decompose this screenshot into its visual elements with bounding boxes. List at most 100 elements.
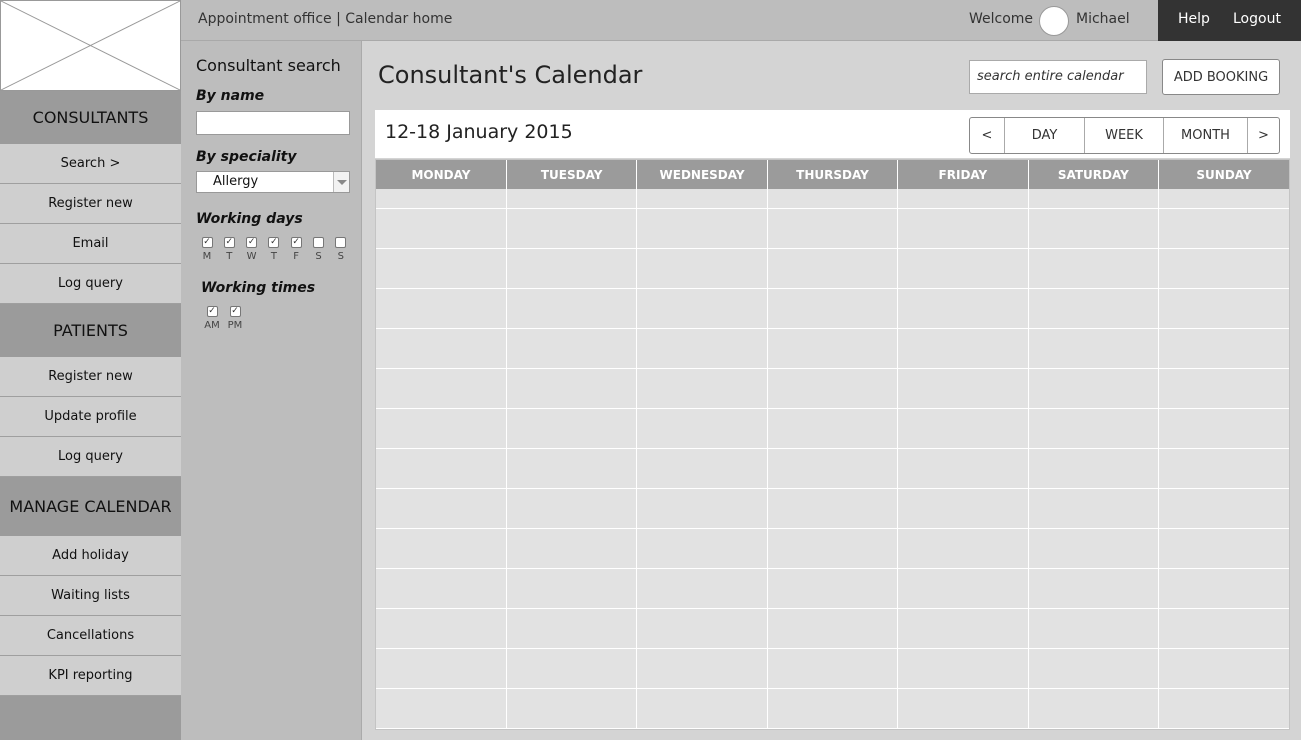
speciality-select[interactable]: Allergy: [196, 171, 350, 193]
calendar-cell[interactable]: [636, 448, 768, 490]
checkbox-box[interactable]: ✓: [290, 237, 302, 248]
calendar-cell[interactable]: [506, 248, 638, 290]
calendar-cell[interactable]: [1158, 408, 1289, 450]
calendar-cell[interactable]: [897, 288, 1029, 330]
calendar-cell[interactable]: [376, 608, 507, 649]
calendar-cell[interactable]: [636, 568, 768, 609]
calendar-cell[interactable]: [767, 408, 899, 450]
calendar-cell[interactable]: [376, 189, 507, 210]
calendar-cell[interactable]: [636, 288, 768, 330]
days-checkbox[interactable]: ✓ T: [263, 237, 285, 262]
calendar-cell[interactable]: [1158, 189, 1289, 210]
nav-item-email[interactable]: Email: [0, 224, 181, 264]
days-checkbox[interactable]: ✓ F: [285, 237, 307, 262]
days-checkbox[interactable]: S: [308, 237, 330, 262]
calendar-cell[interactable]: [767, 248, 899, 290]
calendar-cell[interactable]: [1028, 648, 1160, 689]
calendar-cell[interactable]: [636, 208, 768, 250]
calendar-cell[interactable]: [767, 568, 899, 609]
calendar-cell[interactable]: [1028, 528, 1160, 570]
calendar-cell[interactable]: [506, 368, 638, 410]
calendar-cell[interactable]: [767, 328, 899, 370]
calendar-cell[interactable]: [1028, 368, 1160, 410]
nav-item-update-profile[interactable]: Update profile: [0, 397, 181, 437]
nav-item-waiting-lists[interactable]: Waiting lists: [0, 576, 181, 616]
calendar-cell[interactable]: [636, 189, 768, 210]
calendar-cell[interactable]: [1158, 688, 1289, 730]
calendar-cell[interactable]: [376, 648, 507, 689]
calendar-cell[interactable]: [1028, 248, 1160, 290]
month-view-button[interactable]: MONTH: [1163, 118, 1247, 153]
nav-item-add-holiday[interactable]: Add holiday: [0, 536, 181, 576]
calendar-cell[interactable]: [897, 248, 1029, 290]
checkbox-box[interactable]: [335, 237, 347, 248]
days-checkbox[interactable]: ✓ T: [218, 237, 240, 262]
calendar-cell[interactable]: [1158, 528, 1289, 570]
calendar-cell[interactable]: [506, 189, 638, 210]
checkbox-box[interactable]: ✓: [223, 237, 235, 248]
calendar-cell[interactable]: [897, 208, 1029, 250]
calendar-cell[interactable]: [1158, 248, 1289, 290]
calendar-cell[interactable]: [1028, 189, 1160, 210]
calendar-cell[interactable]: [376, 528, 507, 570]
calendar-cell[interactable]: [767, 488, 899, 530]
calendar-cell[interactable]: [767, 528, 899, 570]
chevron-down-icon[interactable]: [333, 172, 349, 192]
week-view-button[interactable]: WEEK: [1084, 118, 1163, 153]
calendar-cell[interactable]: [376, 408, 507, 450]
add-booking-button[interactable]: ADD BOOKING: [1162, 59, 1280, 95]
calendar-cell[interactable]: [1158, 648, 1289, 689]
calendar-cell[interactable]: [376, 488, 507, 530]
next-button[interactable]: >: [1247, 118, 1279, 153]
calendar-cell[interactable]: [767, 608, 899, 649]
calendar-cell[interactable]: [897, 368, 1029, 410]
calendar-cell[interactable]: [1028, 208, 1160, 250]
calendar-cell[interactable]: [897, 568, 1029, 609]
calendar-cell[interactable]: [1028, 288, 1160, 330]
calendar-cell[interactable]: [506, 568, 638, 609]
calendar-cell[interactable]: [1158, 368, 1289, 410]
calendar-cell[interactable]: [636, 328, 768, 370]
day-view-button[interactable]: DAY: [1004, 118, 1084, 153]
calendar-cell[interactable]: [897, 488, 1029, 530]
checkbox-box[interactable]: ✓: [206, 306, 218, 317]
calendar-cell[interactable]: [636, 608, 768, 649]
calendar-cell[interactable]: [376, 448, 507, 490]
calendar-cell[interactable]: [506, 528, 638, 570]
logout-link[interactable]: Logout: [1233, 11, 1281, 27]
calendar-cell[interactable]: [1028, 448, 1160, 490]
nav-item-search[interactable]: Search >: [0, 144, 181, 184]
calendar-cell[interactable]: [897, 328, 1029, 370]
calendar-cell[interactable]: [1028, 328, 1160, 370]
nav-item-kpi-reporting[interactable]: KPI reporting: [0, 656, 181, 696]
calendar-cell[interactable]: [376, 688, 507, 730]
calendar-cell[interactable]: [636, 368, 768, 410]
calendar-cell[interactable]: [767, 448, 899, 490]
calendar-cell[interactable]: [1158, 568, 1289, 609]
calendar-cell[interactable]: [376, 248, 507, 290]
calendar-cell[interactable]: [506, 288, 638, 330]
nav-item-register-new-consultant[interactable]: Register new: [0, 184, 181, 224]
calendar-cell[interactable]: [897, 408, 1029, 450]
calendar-cell[interactable]: [636, 688, 768, 730]
calendar-cell[interactable]: [636, 528, 768, 570]
calendar-cell[interactable]: [636, 648, 768, 689]
calendar-cell[interactable]: [897, 688, 1029, 730]
calendar-cell[interactable]: [767, 208, 899, 250]
days-checkbox[interactable]: ✓ M: [196, 237, 218, 262]
calendar-cell[interactable]: [506, 608, 638, 649]
calendar-cell[interactable]: [767, 288, 899, 330]
calendar-cell[interactable]: [636, 408, 768, 450]
calendar-cell[interactable]: [506, 328, 638, 370]
calendar-cell[interactable]: [1158, 328, 1289, 370]
calendar-cell[interactable]: [1158, 208, 1289, 250]
calendar-cell[interactable]: [506, 688, 638, 730]
calendar-cell[interactable]: [1028, 568, 1160, 609]
calendar-cell[interactable]: [897, 189, 1029, 210]
calendar-cell[interactable]: [376, 208, 507, 250]
calendar-cell[interactable]: [376, 288, 507, 330]
calendar-cell[interactable]: [1028, 488, 1160, 530]
calendar-search-input[interactable]: search entire calendar: [969, 60, 1147, 94]
calendar-cell[interactable]: [1028, 688, 1160, 730]
calendar-cell[interactable]: [376, 568, 507, 609]
